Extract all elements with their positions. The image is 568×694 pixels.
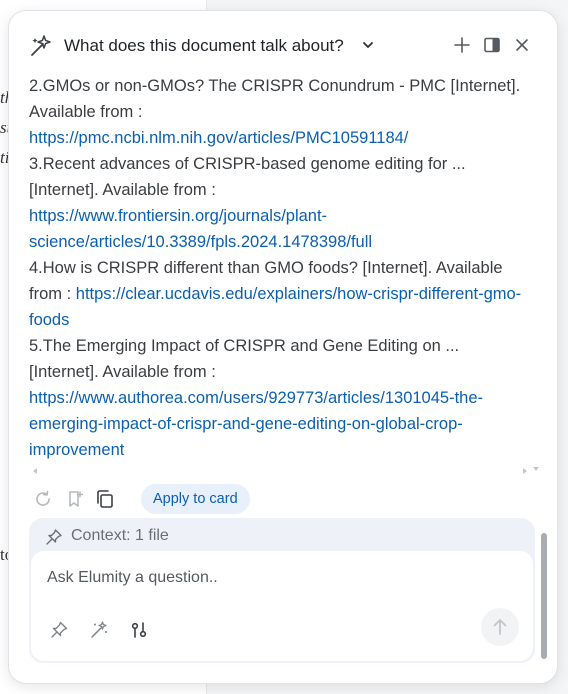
context-label: Context: 1 file — [71, 527, 169, 544]
reference-text: 2.GMOs or non-GMOs? The CRISPR Conundrum… — [29, 77, 521, 121]
copy-icon[interactable] — [95, 489, 115, 509]
close-icon[interactable] — [512, 35, 532, 55]
reference-link[interactable]: https://pmc.ncbi.nlm.nih.gov/articles/PM… — [29, 129, 408, 147]
sparkles-icon — [28, 33, 54, 59]
regenerate-icon[interactable] — [33, 489, 53, 509]
question-input[interactable] — [47, 563, 467, 593]
panel-header: What does this document talk about? — [9, 11, 557, 73]
composer-input-area — [31, 551, 533, 661]
panel-title[interactable]: What does this document talk about? — [64, 36, 344, 56]
composer: Context: 1 file — [29, 518, 535, 663]
bookmark-icon[interactable] — [65, 489, 85, 509]
reference-item: 3.Recent advances of CRISPR-based genome… — [29, 151, 531, 255]
reference-item: 4.How is CRISPR different than GMO foods… — [29, 255, 531, 333]
reference-item: 5.The Emerging Impact of CRISPR and Gene… — [29, 333, 531, 463]
split-panel-icon[interactable] — [482, 35, 502, 55]
vertical-scrollbar[interactable] — [541, 533, 547, 659]
assistant-panel: What does this document talk about? 2.GM… — [8, 10, 558, 684]
reference-link[interactable]: https://clear.ucdavis.edu/explainers/how… — [29, 285, 521, 329]
send-button[interactable] — [481, 608, 519, 646]
chevron-down-icon[interactable] — [361, 38, 375, 52]
pin-icon — [45, 528, 63, 546]
reference-link[interactable]: https://www.frontiersin.org/journals/pla… — [29, 207, 372, 251]
horizontal-scrollbar[interactable] — [29, 463, 539, 474]
reference-item: 2.GMOs or non-GMOs? The CRISPR Conundrum… — [29, 73, 531, 151]
reference-link[interactable]: https://www.authorea.com/users/929773/ar… — [29, 389, 483, 459]
model-switch-icon[interactable] — [129, 620, 149, 640]
plus-icon[interactable] — [452, 35, 472, 55]
reference-text: 5.The Emerging Impact of CRISPR and Gene… — [29, 337, 460, 381]
send-arrow-icon — [481, 619, 519, 649]
response-content: 2.GMOs or non-GMOs? The CRISPR Conundrum… — [29, 73, 531, 463]
magic-wand-icon[interactable] — [89, 620, 109, 640]
pin-icon[interactable] — [49, 620, 69, 640]
apply-to-card-button[interactable]: Apply to card — [141, 484, 250, 514]
reference-text: 3.Recent advances of CRISPR-based genome… — [29, 155, 466, 199]
